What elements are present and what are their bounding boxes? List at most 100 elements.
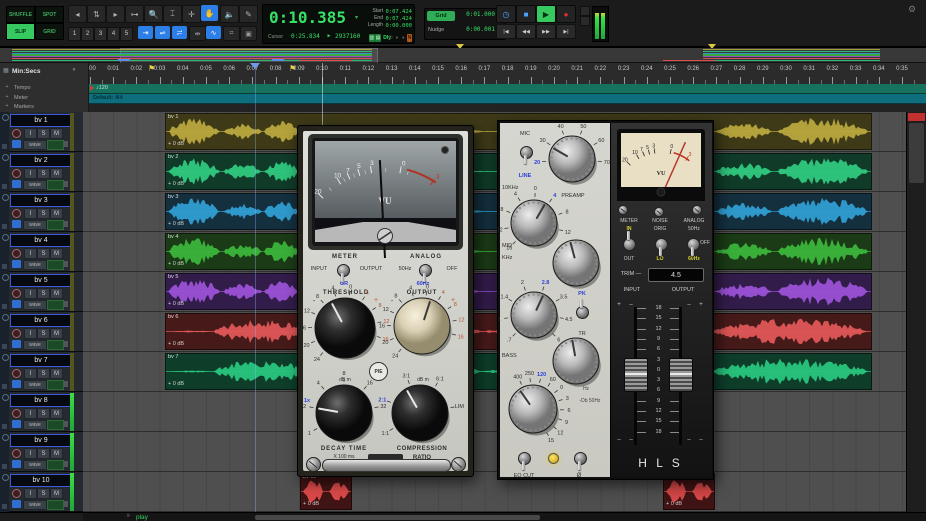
edit-cursor-marker[interactable] (250, 63, 260, 69)
automation-mode-button[interactable] (47, 140, 64, 150)
mode-grid-button[interactable]: GRID (35, 23, 64, 40)
mode-spot-button[interactable]: SPOT (35, 6, 64, 23)
meter-add-button[interactable]: + (4, 95, 10, 101)
track-view-selector[interactable]: wave (23, 460, 47, 470)
track-solo-button[interactable]: S (37, 168, 50, 179)
zoom-preset-3[interactable]: 3 (94, 27, 107, 41)
track-fader-icon[interactable] (64, 301, 68, 307)
track-playlist-button[interactable] (12, 420, 21, 428)
horizontal-scroll-handle[interactable] (255, 515, 540, 520)
track-solo-button[interactable]: S (37, 448, 50, 459)
track-solo-button[interactable]: S (37, 248, 50, 259)
markers-ruler[interactable] (88, 104, 926, 112)
pie-vu-meter-face[interactable]: 201075303VU (308, 134, 463, 250)
automation-follows-toggle[interactable]: ∿ (206, 26, 221, 39)
track-solo-button[interactable]: S (37, 488, 50, 499)
pie-meter-switch[interactable] (337, 259, 349, 279)
tempo-value[interactable]: ♪120 (96, 85, 120, 91)
track-view-selector[interactable]: wave (23, 380, 47, 390)
track-fader-icon[interactable] (64, 461, 68, 467)
track-record-button[interactable] (12, 169, 21, 178)
min-secs-ruler[interactable]: 0:000:010:020:030:040:050:060:070:080:09… (0, 63, 926, 84)
timebase-icon[interactable]: ▦ (2, 68, 10, 75)
automation-mode-button[interactable] (47, 460, 64, 470)
track-record-button[interactable] (12, 209, 21, 218)
stop-button[interactable]: ■ (516, 5, 536, 23)
track-lane[interactable]: bv 1+ 0 dB (83, 112, 906, 152)
track-fader-icon[interactable] (64, 261, 68, 267)
track-solo-button[interactable]: S (37, 288, 50, 299)
track-mini-icon[interactable] (2, 264, 7, 269)
track-name[interactable]: bv 1 (10, 114, 72, 127)
meter-ruler[interactable]: Default: 4/4 (88, 94, 926, 104)
track-freeze-icon[interactable] (2, 114, 9, 121)
track-mini-icon[interactable] (2, 464, 7, 469)
meter-value[interactable]: Default: 4/4 (93, 95, 143, 101)
pie-output-knob[interactable]: 24201612840481216 (378, 282, 466, 370)
track-solo-button[interactable]: S (37, 208, 50, 219)
length-value[interactable]: 0:00.000 (384, 23, 412, 29)
ruler-caret-icon[interactable]: ▾ (70, 68, 78, 74)
track-view-selector[interactable]: wave (23, 180, 47, 190)
record-button[interactable]: ● (556, 5, 576, 23)
end-value[interactable]: 0:07.424 (384, 16, 412, 22)
track-fader-icon[interactable] (64, 501, 68, 507)
track-view-selector[interactable]: wave (23, 500, 47, 510)
track-solo-button[interactable]: S (37, 328, 50, 339)
selector-tool-button[interactable]: ⌶ (163, 5, 182, 23)
track-mini-icon[interactable] (2, 504, 7, 509)
track-input-button[interactable]: I (24, 368, 37, 379)
meter-label[interactable]: Meter (14, 95, 54, 101)
track-mute-button[interactable]: M (50, 208, 63, 219)
track-name[interactable]: bv 10 (10, 474, 72, 487)
counter-caret-icon[interactable]: ▾ (355, 14, 358, 21)
pie-decay-knob[interactable]: 12481632 (300, 369, 388, 457)
track-input-button[interactable]: I (24, 448, 37, 459)
track-input-button[interactable]: I (24, 248, 37, 259)
track-name[interactable]: bv 7 (10, 354, 72, 367)
pencil-tool-button[interactable]: ✎ (239, 5, 258, 23)
hls-input-fader-handle[interactable] (624, 358, 648, 392)
track-input-button[interactable]: I (24, 288, 37, 299)
track-solo-button[interactable]: S (37, 368, 50, 379)
track-solo-button[interactable]: S (37, 128, 50, 139)
track-view-selector[interactable]: wave (23, 340, 47, 350)
trim-tool-button[interactable]: ⊶ (125, 5, 144, 23)
vertical-scroll-handle[interactable] (909, 123, 924, 183)
online-button[interactable]: ◷ (496, 5, 516, 23)
track-fader-icon[interactable] (64, 141, 68, 147)
tab-to-transient-toggle[interactable]: ⇥ (138, 26, 153, 39)
track-record-button[interactable] (12, 489, 21, 498)
track-playlist-button[interactable] (12, 340, 21, 348)
transport-extra-button[interactable] (580, 6, 590, 16)
hls-eq-cut-switch[interactable] (518, 447, 530, 467)
track-playlist-button[interactable] (12, 500, 21, 508)
memory-marker-flag-icon[interactable]: ⚑ (148, 64, 158, 73)
track-record-button[interactable] (12, 369, 21, 378)
track-playlist-button[interactable] (12, 260, 21, 268)
zoom-preset-5[interactable]: 5 (120, 27, 133, 41)
tempo-ruler[interactable]: ♪120 (88, 84, 926, 94)
grid-value[interactable]: 0:01.000 (457, 12, 495, 19)
automation-mode-button[interactable] (47, 300, 64, 310)
track-solo-button[interactable]: S (37, 408, 50, 419)
zoom-toggle-button[interactable]: ⇅ (87, 5, 106, 23)
automation-mode-button[interactable] (47, 260, 64, 270)
track-input-button[interactable]: I (24, 328, 37, 339)
return-to-zero-button[interactable]: |◀ (496, 24, 516, 39)
track-freeze-icon[interactable] (2, 274, 9, 281)
track-name[interactable]: bv 2 (10, 154, 72, 167)
pie-handle-bar[interactable] (322, 459, 451, 472)
track-playlist-button[interactable] (12, 300, 21, 308)
hls-analog-switch[interactable] (687, 233, 699, 253)
track-lane[interactable]: bv 10+ 0 dBbv 10+ 0 dB (83, 472, 906, 512)
track-playlist-button[interactable] (12, 460, 21, 468)
track-mute-button[interactable]: M (50, 328, 63, 339)
track-mini-icon[interactable] (2, 344, 7, 349)
track-record-button[interactable] (12, 449, 21, 458)
tempo-label[interactable]: Tempo (14, 85, 54, 91)
track-playlist-button[interactable] (12, 380, 21, 388)
track-record-button[interactable] (12, 409, 21, 418)
track-name[interactable]: bv 8 (10, 394, 72, 407)
hls-pk-tr-switch[interactable] (576, 301, 588, 321)
